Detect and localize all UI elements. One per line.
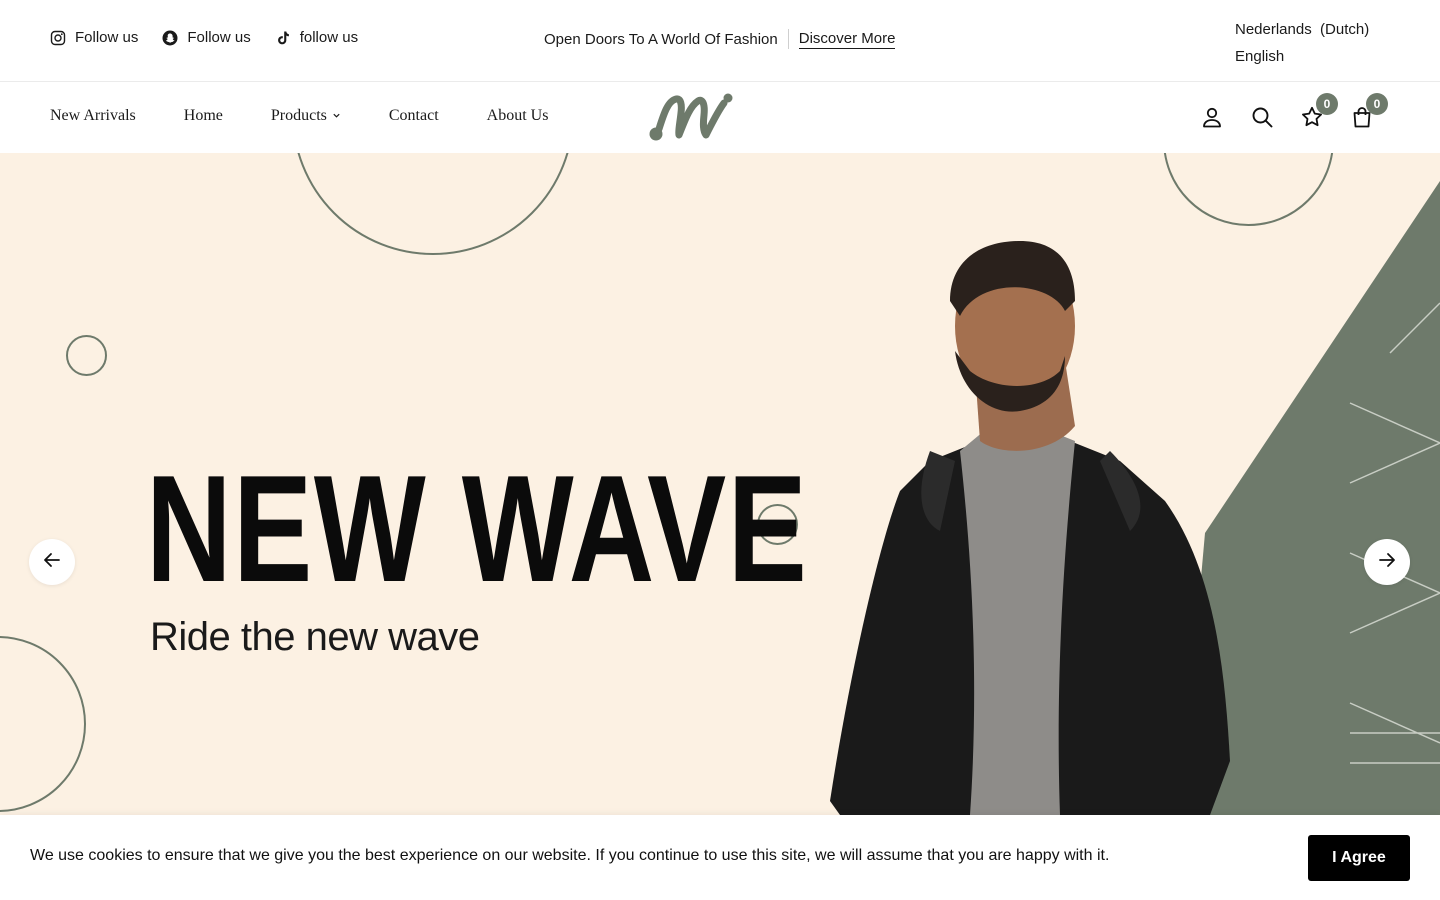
nav-item-about-us[interactable]: About Us	[487, 107, 549, 125]
main-navigation: New Arrivals Home Products Contact About…	[0, 83, 1440, 153]
promo-divider	[787, 29, 789, 49]
account-button[interactable]	[1200, 105, 1224, 129]
wishlist-count-badge: 0	[1316, 93, 1338, 115]
model-photo	[830, 241, 1230, 815]
tiktok-label: follow us	[299, 29, 359, 46]
instagram-link[interactable]: Follow us	[50, 29, 138, 46]
snapchat-link[interactable]: Follow us	[162, 29, 251, 46]
slider-next-button[interactable]	[1364, 539, 1410, 585]
language-option-dutch[interactable]: Nederlands (Dutch)	[1235, 16, 1369, 43]
instagram-label: Follow us	[75, 29, 139, 46]
nav-item-products-label: Products	[270, 107, 327, 124]
user-icon	[1200, 105, 1224, 129]
social-links: Follow us Follow us follow us	[50, 29, 358, 46]
cookie-message: We use cookies to ensure that we give yo…	[30, 847, 1110, 864]
tiktok-link[interactable]: follow us	[275, 29, 358, 46]
brand-logo[interactable]	[648, 93, 736, 143]
slider-prev-button[interactable]	[29, 539, 75, 585]
wishlist-button[interactable]: 0	[1300, 93, 1338, 129]
language-switcher: Nederlands (Dutch) English	[1235, 16, 1369, 70]
nav-links: New Arrivals Home Products Contact About…	[50, 107, 548, 125]
search-icon	[1250, 105, 1274, 129]
nav-item-home[interactable]: Home	[184, 107, 223, 125]
language-option-english[interactable]: English	[1235, 43, 1369, 70]
promo-banner: Open Doors To A World Of Fashion Discove…	[544, 29, 896, 49]
snapchat-label: Follow us	[187, 29, 251, 46]
instagram-icon	[50, 30, 66, 46]
cookie-banner: We use cookies to ensure that we give yo…	[0, 815, 1440, 900]
nav-item-products[interactable]: Products	[271, 107, 341, 125]
cart-count-badge: 0	[1366, 93, 1388, 115]
hero-slider: NEW WAVE Ride the new wave	[0, 153, 1440, 815]
chevron-down-icon	[332, 107, 341, 125]
nav-item-new-arrivals[interactable]: New Arrivals	[50, 107, 136, 125]
decorative-circle	[66, 335, 107, 376]
search-button[interactable]	[1250, 105, 1274, 129]
cart-button[interactable]: 0	[1350, 93, 1388, 129]
hero-subtitle: Ride the new wave	[150, 615, 480, 659]
tiktok-icon	[275, 30, 291, 46]
promo-text: Open Doors To A World Of Fashion	[544, 30, 778, 48]
nav-actions: 0 0	[1200, 93, 1388, 129]
discover-more-link[interactable]: Discover More	[798, 30, 896, 49]
arrow-right-icon	[1377, 550, 1397, 575]
nav-item-contact[interactable]: Contact	[389, 107, 439, 125]
arrow-left-icon	[42, 550, 62, 575]
snapchat-icon	[162, 30, 178, 46]
accept-cookies-button[interactable]: I Agree	[1308, 835, 1410, 881]
hero-title: NEW WAVE	[146, 444, 809, 614]
top-bar: Follow us Follow us follow us Open Doors…	[0, 0, 1440, 82]
